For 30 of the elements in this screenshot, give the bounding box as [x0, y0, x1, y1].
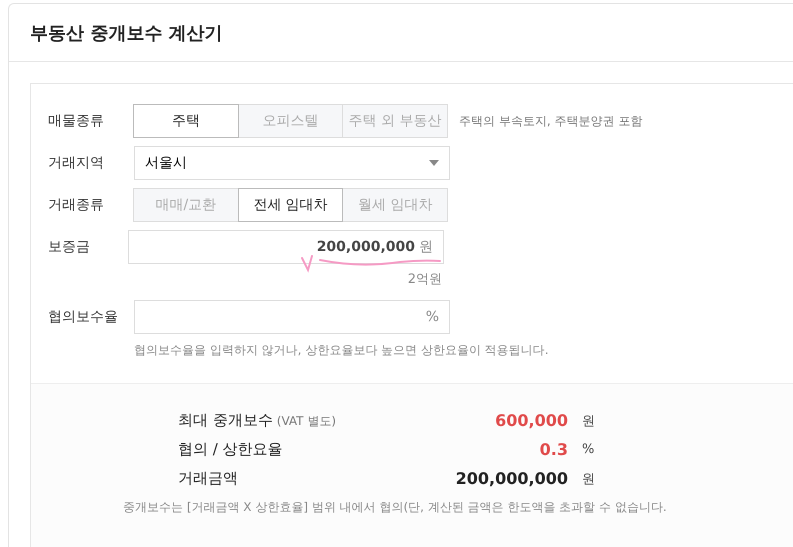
result-label: 거래금액 — [178, 469, 238, 487]
result-value: 200,000,000 — [454, 469, 568, 488]
segment-option[interactable]: 주택 외 부동산 — [342, 104, 448, 138]
result-label: 협의 / 상한요율 — [178, 440, 283, 458]
rate-field[interactable]: % — [134, 300, 450, 334]
field-label: 보증금 — [48, 238, 91, 257]
result-label: 최대 중개보수 — [178, 411, 273, 429]
segment-option[interactable]: 전세 임대차 — [238, 188, 344, 222]
caret-icon — [429, 160, 439, 166]
segment-option[interactable]: 매매/교환 — [133, 188, 239, 222]
segment-option[interactable]: 월세 임대차 — [342, 188, 448, 222]
region-dropdown[interactable]: 서울시 — [134, 146, 450, 180]
result-value: 600,000 — [494, 411, 568, 430]
page-title: 부동산 중개보수 계산기 — [30, 22, 223, 44]
hint-text: 협의보수율을 입력하지 않거나, 상한요율보다 높으면 상한요율이 적용됩니다. — [134, 342, 549, 359]
field-label: 거래종류 — [48, 196, 105, 214]
unit-label: % — [582, 442, 594, 457]
field-label: 협의보수율 — [48, 308, 119, 327]
hint-text: 주택의 부속토지, 주택분양권 포함 — [459, 112, 642, 130]
result-sublabel: (VAT 별도) — [276, 414, 336, 428]
segment-option[interactable]: 주택 — [133, 104, 239, 138]
field-label: 매물종류 — [48, 112, 105, 130]
segment-option[interactable]: 오피스텔 — [238, 104, 344, 138]
result-value: 0.3 — [538, 440, 568, 459]
deposit-field[interactable]: 200,000,000 원 — [128, 230, 444, 264]
footnote-text: 중개보수는 [거래금액 X 상한효율] 범위 내에서 협의(단, 계산된 금액은 한도액을 초과할 수 없습니다. — [123, 499, 668, 516]
unit-label: 원 — [582, 470, 595, 488]
amount-reading: 2억원 — [408, 271, 442, 288]
field-label: 거래지역 — [48, 154, 105, 172]
unit-label: 원 — [582, 412, 595, 430]
